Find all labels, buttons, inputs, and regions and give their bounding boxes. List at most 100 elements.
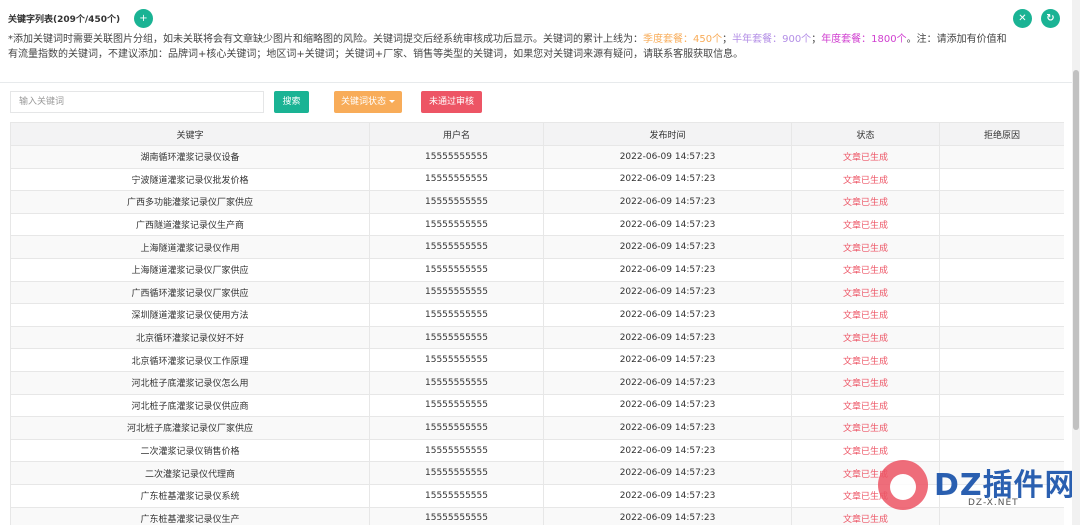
username-cell: 15555555555 <box>369 190 544 214</box>
publish-time-cell: 2022-06-09 14:57:23 <box>543 190 792 214</box>
scrollbar-thumb[interactable] <box>1073 70 1079 430</box>
keyword-cell: 深圳隧道灌浆记录仪使用方法 <box>10 303 370 327</box>
keyword-cell: 湖南循环灌浆记录仪设备 <box>10 145 370 169</box>
table-row[interactable]: 北京循环灌浆记录仪工作原理 15555555555 2022-06-09 14:57… <box>10 348 1064 372</box>
publish-time-cell: 2022-06-09 14:57:23 <box>543 145 792 169</box>
publish-time-cell: 2022-06-09 14:57:23 <box>543 303 792 327</box>
username-cell: 15555555555 <box>369 416 544 440</box>
column-header-publish-time[interactable]: 发布时间 <box>543 122 792 146</box>
username-cell: 15555555555 <box>369 280 544 305</box>
plan-quarter: 季度套餐：450个 <box>643 34 723 45</box>
notice-sep1: ； <box>722 34 733 45</box>
reject-reason-cell <box>939 416 1064 440</box>
keyword-cell: 北京循环灌浆记录仪工作原理 <box>10 348 370 372</box>
table-row[interactable]: 广西多功能灌浆记录仪厂家供应 15555555555 2022-06-09 14:5… <box>10 190 1064 214</box>
keyword-cell: 二次灌浆记录仪代理商 <box>10 461 370 485</box>
table-row[interactable]: 河北桩子底灌浆记录仪怎么用 15555555555 2022-06-09 14:57… <box>10 370 1064 395</box>
keyword-cell: 河北桩子底灌浆记录仪供应商 <box>10 393 370 418</box>
keyword-cell: 广西隧道灌浆记录仪生产商 <box>10 212 370 237</box>
table-row[interactable]: 河北桩子底灌浆记录仪厂家供应 15555555555 2022-06-09 14:5… <box>10 416 1064 440</box>
table-row[interactable]: 深圳隧道灌浆记录仪使用方法 15555555555 2022-06-09 14:57… <box>10 303 1064 327</box>
vertical-scrollbar[interactable] <box>1072 0 1080 525</box>
table-row[interactable]: 上海隧道灌浆记录仪作用 15555555555 2022-06-09 14:57:2… <box>10 235 1064 259</box>
keyword-cell: 河北桩子底灌浆记录仪厂家供应 <box>10 416 370 440</box>
close-button[interactable]: ✕ <box>1013 9 1032 28</box>
username-cell: 15555555555 <box>369 348 544 372</box>
table-row[interactable]: 上海隧道灌浆记录仪厂家供应 15555555555 2022-06-09 14:57… <box>10 257 1064 282</box>
username-cell: 15555555555 <box>369 257 544 282</box>
keyword-status-label: 关键词状态 <box>340 97 386 107</box>
reject-reason-cell <box>939 212 1064 237</box>
reject-reason-cell <box>939 348 1064 372</box>
refresh-icon: ↻ <box>1046 13 1055 24</box>
keyword-cell: 上海隧道灌浆记录仪厂家供应 <box>10 257 370 282</box>
watermark-domain: DZ-X.NET <box>968 498 1019 508</box>
username-cell: 15555555555 <box>369 483 544 508</box>
publish-time-cell: 2022-06-09 14:57:23 <box>543 212 792 237</box>
username-cell: 15555555555 <box>369 438 544 463</box>
search-button[interactable]: 搜索 <box>274 91 309 113</box>
publish-time-cell: 2022-06-09 14:57:23 <box>543 393 792 418</box>
status-cell: 文章已生成 <box>791 348 940 372</box>
plan-year: 年度套餐：1800个 <box>821 34 907 45</box>
table-row[interactable]: 湖南循环灌浆记录仪设备 15555555555 2022-06-09 14:57:2… <box>10 145 1064 169</box>
publish-time-cell: 2022-06-09 14:57:23 <box>543 461 792 485</box>
column-header-username[interactable]: 用户名 <box>369 122 544 146</box>
reject-reason-cell <box>939 145 1064 169</box>
reject-reason-cell <box>939 303 1064 327</box>
keyword-cell: 广东桩基灌浆记录仪生产 <box>10 506 370 525</box>
column-header-reject-reason[interactable]: 拒绝原因 <box>939 122 1064 146</box>
page-header: 关键字列表(209个/450个) + ✕ ↻ *添加关键词时需要关联图片分组，如… <box>0 0 1072 83</box>
status-cell: 文章已生成 <box>791 325 940 350</box>
column-header-status[interactable]: 状态 <box>791 122 940 146</box>
username-cell: 15555555555 <box>369 461 544 485</box>
status-cell: 文章已生成 <box>791 280 940 305</box>
publish-time-cell: 2022-06-09 14:57:23 <box>543 280 792 305</box>
notice-sep2: ； <box>811 34 822 45</box>
refresh-button[interactable]: ↻ <box>1041 9 1060 28</box>
status-cell: 文章已生成 <box>791 393 940 418</box>
publish-time-cell: 2022-06-09 14:57:23 <box>543 438 792 463</box>
reject-reason-cell <box>939 393 1064 418</box>
publish-time-cell: 2022-06-09 14:57:23 <box>543 483 792 508</box>
close-icon: ✕ <box>1018 13 1027 24</box>
table-row[interactable]: 宁波隧道灌浆记录仪批发价格 15555555555 2022-06-09 14:57… <box>10 167 1064 192</box>
reject-reason-cell <box>939 257 1064 282</box>
publish-time-cell: 2022-06-09 14:57:23 <box>543 506 792 525</box>
table-row[interactable]: 广西隧道灌浆记录仪生产商 15555555555 2022-06-09 14:57:… <box>10 212 1064 237</box>
column-header-keyword[interactable]: 关键字 <box>10 122 370 146</box>
caret-down-icon <box>389 100 395 103</box>
plan-half: 半年套餐：900个 <box>732 34 812 45</box>
page-title: 关键字列表(209个/450个) <box>8 15 121 25</box>
status-cell: 文章已生成 <box>791 235 940 259</box>
rejected-filter-button[interactable]: 未通过审核 <box>421 91 482 113</box>
table-row[interactable]: 北京循环灌浆记录仪好不好 15555555555 2022-06-09 14:57:… <box>10 325 1064 350</box>
username-cell: 15555555555 <box>369 167 544 192</box>
reject-reason-cell <box>939 190 1064 214</box>
notice-text: *添加关键词时需要关联图片分组，如未关联将会有文章缺少图片和缩略图的风险。关键词… <box>8 32 1008 62</box>
search-input[interactable] <box>10 91 264 113</box>
username-cell: 15555555555 <box>369 235 544 259</box>
status-cell: 文章已生成 <box>791 303 940 327</box>
keyword-status-dropdown[interactable]: 关键词状态 <box>334 91 402 113</box>
keyword-cell: 上海隧道灌浆记录仪作用 <box>10 235 370 259</box>
watermark-logo-icon <box>878 460 928 510</box>
status-cell: 文章已生成 <box>791 190 940 214</box>
status-cell: 文章已生成 <box>791 145 940 169</box>
publish-time-cell: 2022-06-09 14:57:23 <box>543 257 792 282</box>
status-cell: 文章已生成 <box>791 167 940 192</box>
publish-time-cell: 2022-06-09 14:57:23 <box>543 325 792 350</box>
table-header-row: 关键字 用户名 发布时间 状态 拒绝原因 <box>10 122 1064 146</box>
table-row[interactable]: 河北桩子底灌浆记录仪供应商 15555555555 2022-06-09 14:57… <box>10 393 1064 418</box>
keyword-cell: 河北桩子底灌浆记录仪怎么用 <box>10 370 370 395</box>
table-row[interactable]: 广西循环灌浆记录仪厂家供应 15555555555 2022-06-09 14:57… <box>10 280 1064 305</box>
keyword-cell: 二次灌浆记录仪销售价格 <box>10 438 370 463</box>
username-cell: 15555555555 <box>369 325 544 350</box>
reject-reason-cell <box>939 167 1064 192</box>
keyword-cell: 广东桩基灌浆记录仪系统 <box>10 483 370 508</box>
status-cell: 文章已生成 <box>791 416 940 440</box>
add-keyword-button[interactable]: + <box>134 9 153 28</box>
reject-reason-cell <box>939 235 1064 259</box>
notice-part1: *添加关键词时需要关联图片分组，如未关联将会有文章缺少图片和缩略图的风险。关键词… <box>8 34 643 45</box>
username-cell: 15555555555 <box>369 506 544 525</box>
